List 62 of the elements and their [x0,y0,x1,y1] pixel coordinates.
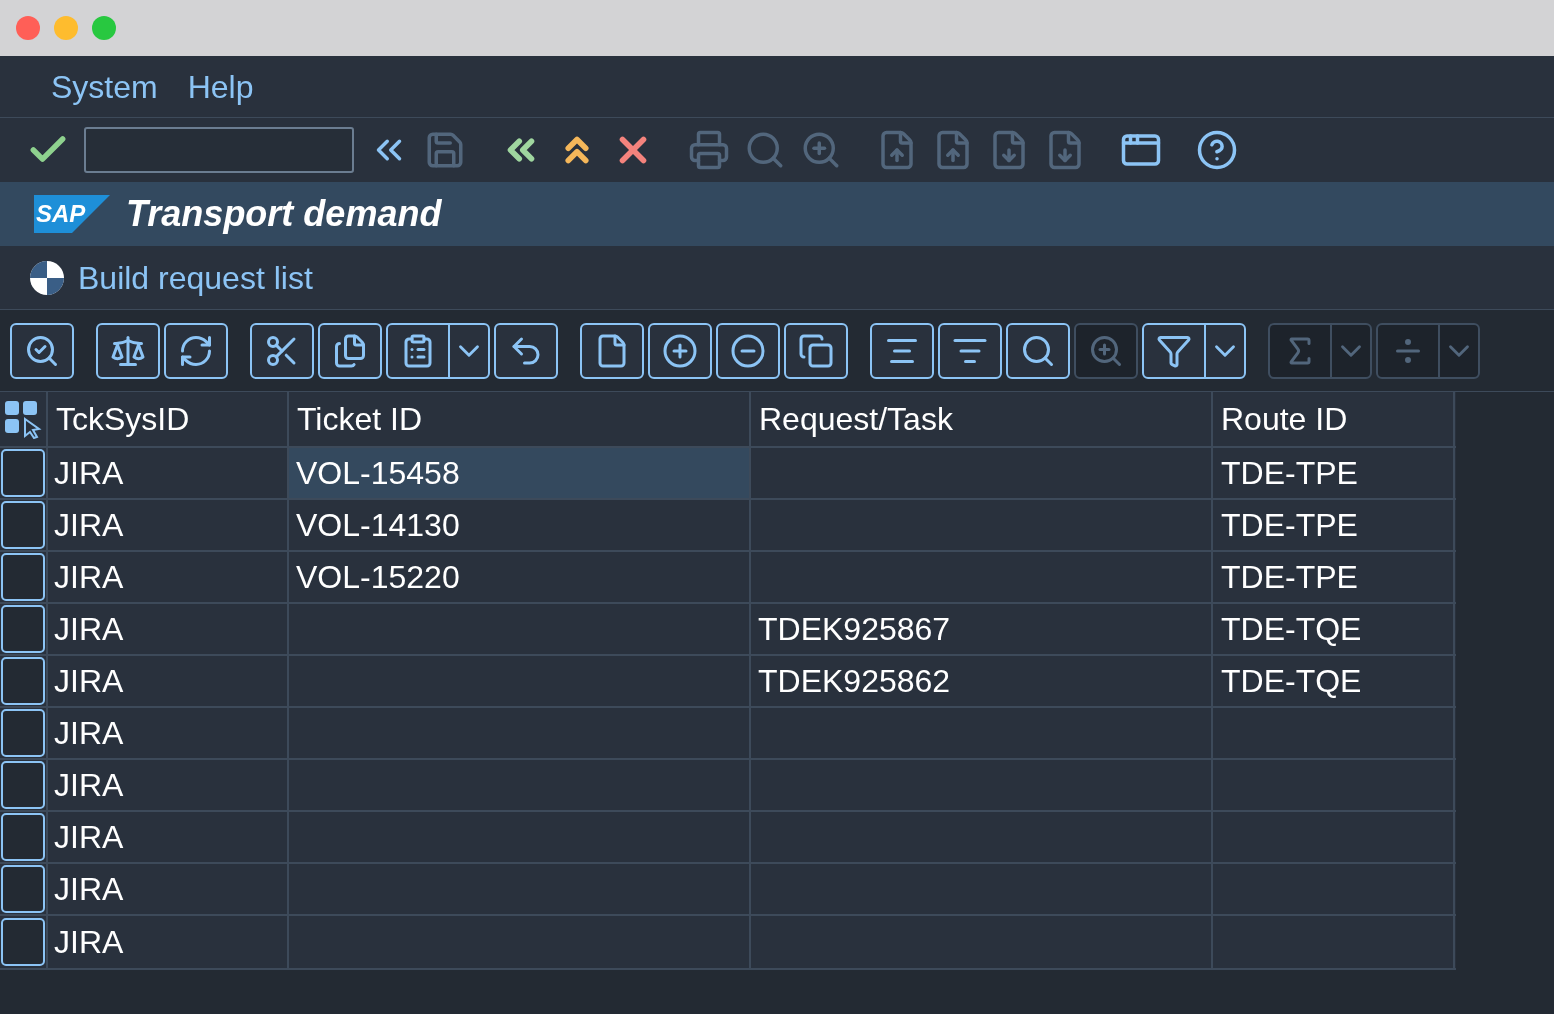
table-cell-text: TDEK925867 [758,610,951,649]
page-title: Transport demand [126,192,442,236]
row-selector[interactable] [1,865,45,913]
toolbar-button[interactable] [494,322,558,379]
toolbar-button[interactable] [10,322,74,379]
toolbar-button[interactable] [96,322,160,379]
row-selector[interactable] [1,761,45,809]
row-selector[interactable] [1,501,45,549]
table-cell-text: JIRA [54,506,124,545]
table-cell-text: JIRA [54,662,124,701]
row-selector[interactable] [1,657,45,705]
toolbar-button[interactable] [1142,322,1246,379]
row-selector[interactable] [1,918,45,966]
toolbar-button[interactable] [318,322,382,379]
row-selector[interactable] [1,449,45,497]
toolbar-button[interactable] [1006,322,1070,379]
table-cell-text: JIRA [54,818,124,857]
minus-circle-icon [730,332,766,369]
row-selector[interactable] [1,813,45,861]
row-selector[interactable] [1,605,45,653]
table-cell-text: JIRA [54,558,124,597]
column-header[interactable]: Route ID [1221,395,1348,443]
command-field[interactable] [84,127,354,173]
column-header[interactable]: Ticket ID [297,395,423,443]
plus-circle-icon [662,332,698,369]
toolbar-button[interactable] [250,322,314,379]
toolbar-button[interactable] [938,322,1002,379]
toolbar-button[interactable] [716,322,780,379]
table-cell-text: TDE-TQE [1221,610,1362,649]
column-header[interactable]: Request/Task [759,395,953,443]
select-all-icon[interactable] [3,399,43,439]
table-cell-text: JIRA [54,610,124,649]
table-cell-text: TDE-TPE [1221,454,1358,493]
table-cell: VOL-15220 [289,552,751,602]
table-cell-text: JIRA [54,766,124,805]
subtitle: Build request list [78,258,313,298]
row-selector[interactable] [1,709,45,757]
table-cell: VOL-15458 [289,448,751,498]
menu-item[interactable]: Help [187,62,254,111]
toolbar-button[interactable] [784,322,848,379]
table-cell-text: TDE-TPE [1221,558,1358,597]
table-cell-text: JIRA [54,870,124,909]
table-cell-text: JIRA [54,714,124,753]
help-icon[interactable] [1196,129,1238,171]
table-cell: VOL-14130 [289,500,751,550]
row-selector[interactable] [1,553,45,601]
toolbar-button[interactable] [164,322,228,379]
table-cell-text: TDE-TQE [1221,662,1362,701]
column-header[interactable]: TckSysID [56,395,190,443]
table-cell-text: JIRA [54,923,124,962]
toolbar-button[interactable] [648,322,712,379]
pie-chart-icon [28,258,66,297]
toolbar-button[interactable] [870,322,934,379]
table-cell-text: JIRA [54,454,124,493]
table-cell-text: TDE-TPE [1221,506,1358,545]
copy-pages-icon [798,332,834,369]
table-cell-text: TDEK925862 [758,662,951,701]
toolbar-button[interactable] [386,322,490,379]
copy-icon [332,332,368,369]
toolbar-button[interactable] [580,322,644,379]
sap-logo: SAP [34,195,110,233]
menu-item[interactable]: System [51,62,158,111]
